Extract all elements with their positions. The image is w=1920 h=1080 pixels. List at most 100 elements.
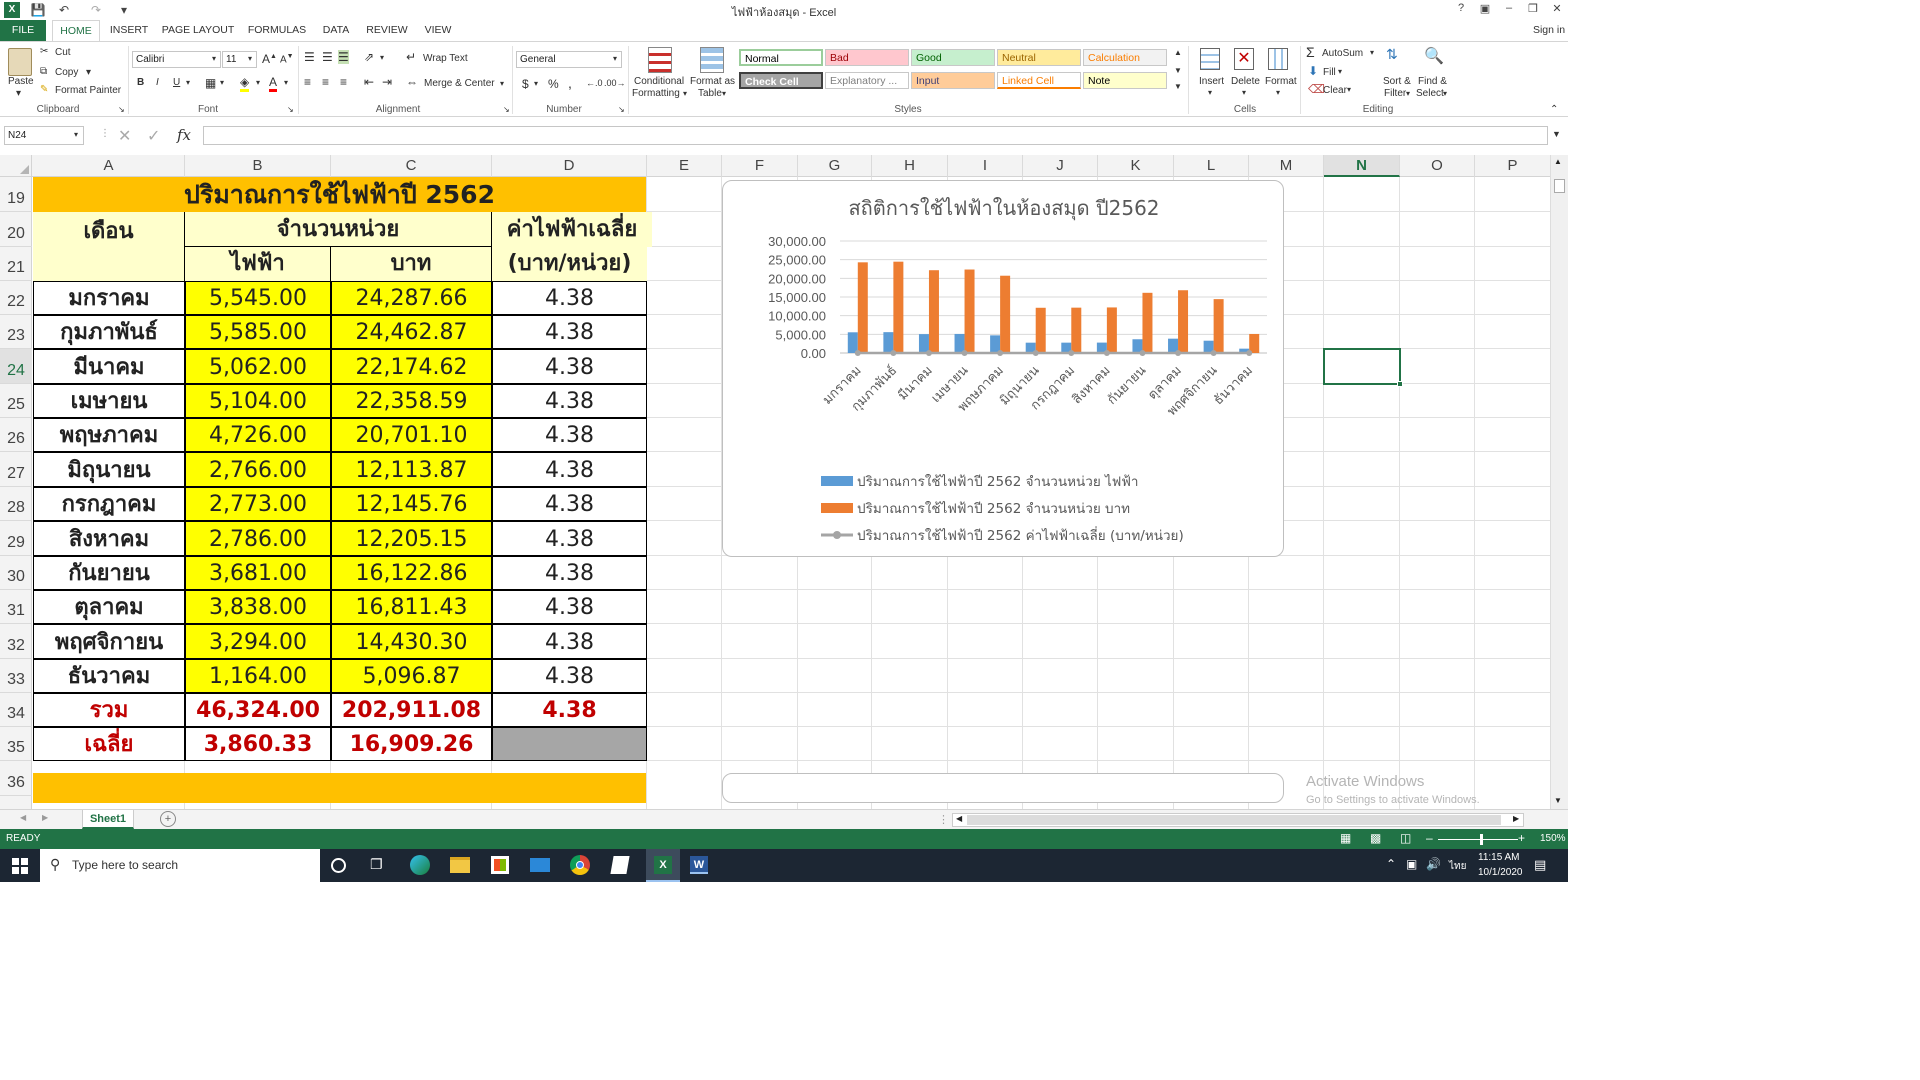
column-header-j[interactable]: J — [1023, 155, 1098, 177]
fill-dropdown-icon[interactable]: ▾ — [1338, 67, 1342, 76]
bar-baht[interactable] — [1106, 307, 1117, 353]
clock-time[interactable]: 11:15 AM — [1478, 852, 1520, 863]
format-as-table-icon[interactable] — [700, 47, 724, 73]
sort-filter-button[interactable]: Sort & — [1383, 76, 1411, 87]
excel-taskbar-icon[interactable]: X — [646, 849, 680, 882]
column-header-a[interactable]: A — [33, 155, 185, 177]
electricity-units-cell[interactable]: 5,585.00 — [185, 315, 331, 349]
scroll-up-icon[interactable]: ▲ — [1554, 157, 1562, 166]
avg-rate-point[interactable] — [961, 349, 968, 356]
insert-dropdown-icon[interactable]: ▾ — [1208, 88, 1212, 97]
taskbar-search-box[interactable]: ⚲ Type here to search — [40, 849, 320, 882]
tab-review[interactable]: REVIEW — [364, 20, 410, 41]
row-header-28[interactable]: 28 — [0, 487, 32, 521]
insert-function-button[interactable]: fx — [177, 126, 191, 144]
avg-rate-point[interactable] — [1068, 349, 1075, 356]
notifications-icon[interactable]: ▤ — [1534, 857, 1546, 873]
column-header-g[interactable]: G — [798, 155, 872, 177]
clear-dropdown-icon[interactable]: ▾ — [1347, 85, 1351, 94]
column-header-l[interactable]: L — [1174, 155, 1249, 177]
tab-home[interactable]: HOME — [52, 20, 100, 41]
borders-icon[interactable]: ▦ — [205, 76, 216, 90]
cell-style-explanatory-[interactable]: Explanatory ... — [825, 72, 909, 89]
sheet-bar-grip-icon[interactable]: ⋮ — [938, 813, 949, 826]
baht-cell[interactable]: 24,287.66 — [331, 281, 492, 315]
avg-rate-cell[interactable]: 4.38 — [492, 590, 647, 624]
column-header-b[interactable]: B — [185, 155, 331, 177]
network-icon[interactable]: ▣ — [1406, 857, 1417, 871]
cell-style-normal[interactable]: Normal — [739, 49, 823, 66]
clear-button[interactable]: Clear — [1323, 85, 1347, 96]
bold-button[interactable]: B — [137, 77, 144, 88]
avg-rate-point[interactable] — [1175, 349, 1182, 356]
find-select-label-2[interactable]: Select — [1416, 88, 1444, 99]
horizontal-scrollbar[interactable]: ◀ ▶ — [952, 813, 1524, 827]
row-header-23[interactable]: 23 — [0, 315, 32, 349]
baht-cell[interactable]: 12,113.87 — [331, 452, 492, 487]
word-taskbar-icon[interactable]: W — [690, 856, 708, 874]
zoom-slider[interactable] — [1438, 839, 1518, 840]
avg-rate-cell[interactable]: 4.38 — [492, 452, 647, 487]
sort-filter-icon[interactable]: ⇅ — [1386, 46, 1398, 63]
avg-rate-cell[interactable]: 4.38 — [492, 521, 647, 556]
header-elec[interactable]: ไฟฟ้า — [185, 247, 331, 281]
baht-cell[interactable]: 16,811.43 — [331, 590, 492, 624]
header-units[interactable]: จำนวนหน่วย — [185, 212, 492, 247]
page-layout-view-icon[interactable]: ▩ — [1370, 831, 1381, 845]
align-right-icon[interactable]: ≡ — [340, 75, 347, 89]
fill-handle[interactable] — [1397, 381, 1403, 387]
column-header-m[interactable]: M — [1249, 155, 1324, 177]
avg-rate-cell[interactable]: 4.38 — [492, 556, 647, 590]
next-chart-partial[interactable] — [722, 773, 1284, 803]
tab-insert[interactable]: INSERT — [108, 20, 150, 41]
cancel-formula-icon[interactable]: ✕ — [118, 126, 131, 146]
tab-view[interactable]: VIEW — [420, 20, 456, 41]
avg-rate-cell[interactable]: 4.38 — [492, 349, 647, 384]
month-cell[interactable]: กุมภาพันธ์ — [33, 315, 185, 349]
header-avg-unit[interactable]: (บาท/หน่วย) — [492, 247, 647, 281]
avg-rate-cell[interactable]: 4.38 — [492, 384, 647, 418]
electricity-units-cell[interactable]: 5,104.00 — [185, 384, 331, 418]
bar-baht[interactable] — [928, 270, 939, 353]
autosum-button[interactable]: AutoSum — [1322, 48, 1363, 59]
electricity-units-cell[interactable]: 4,726.00 — [185, 418, 331, 452]
format-painter-icon[interactable]: ✎ — [40, 84, 48, 95]
column-header-k[interactable]: K — [1098, 155, 1174, 177]
avg-rate-point[interactable] — [1103, 349, 1110, 356]
fill-color-icon[interactable]: ◈ — [240, 75, 250, 92]
electricity-units-cell[interactable]: 2,766.00 — [185, 452, 331, 487]
clock-date[interactable]: 10/1/2020 — [1478, 867, 1523, 878]
cell-style-good[interactable]: Good — [911, 49, 995, 66]
copy-dropdown-icon[interactable]: ▾ — [86, 67, 91, 78]
format-cells-icon[interactable] — [1268, 48, 1288, 70]
month-cell[interactable]: กรกฎาคม — [33, 487, 185, 521]
file-explorer-icon[interactable] — [450, 857, 470, 873]
total-label[interactable]: รวม — [33, 693, 185, 727]
merge-center-icon[interactable]: ⇔ — [406, 75, 418, 89]
baht-cell[interactable]: 5,096.87 — [331, 659, 492, 693]
sort-filter-dropdown-icon[interactable]: ▾ — [1406, 89, 1410, 98]
month-cell[interactable]: พฤศจิกายน — [33, 624, 185, 659]
row-header-19[interactable]: 19 — [0, 177, 32, 212]
font-color-icon[interactable]: A — [269, 75, 278, 92]
bar-electricity[interactable] — [954, 333, 965, 353]
total-baht[interactable]: 202,911.08 — [331, 693, 492, 727]
wrap-text-button[interactable]: Wrap Text — [423, 53, 468, 64]
baht-cell[interactable]: 14,430.30 — [331, 624, 492, 659]
increase-decimal-icon[interactable]: ←.0 — [586, 78, 603, 88]
bar-baht[interactable] — [857, 262, 868, 353]
baht-cell[interactable]: 22,358.59 — [331, 384, 492, 418]
row-header-20[interactable]: 20 — [0, 212, 32, 247]
header-baht[interactable]: บาท — [331, 247, 492, 281]
vertical-scroll-thumb[interactable] — [1554, 179, 1565, 193]
bar-baht[interactable] — [1142, 292, 1153, 353]
bar-baht[interactable] — [1178, 290, 1189, 353]
baht-cell[interactable]: 16,122.86 — [331, 556, 492, 590]
cell-style-input[interactable]: Input — [911, 72, 995, 89]
ribbon-display-icon[interactable]: ▣ — [1476, 2, 1494, 18]
align-middle-icon[interactable]: ☰ — [322, 50, 333, 64]
row-header-36[interactable]: 36 — [0, 761, 32, 796]
bar-baht[interactable] — [1035, 307, 1046, 353]
avg-rate-point[interactable] — [890, 349, 897, 356]
borders-dropdown-icon[interactable]: ▾ — [220, 78, 224, 87]
